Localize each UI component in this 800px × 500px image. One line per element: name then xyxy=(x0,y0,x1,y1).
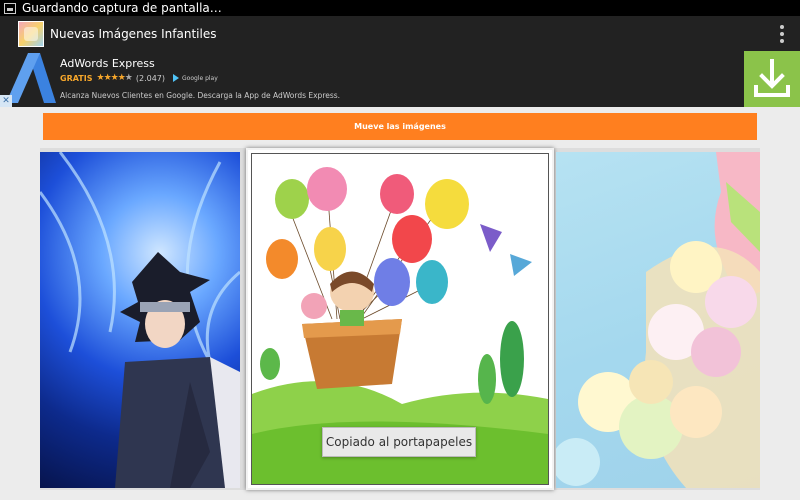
ad-description: Alcanza Nuevos Clientes en Google. Desca… xyxy=(60,91,341,100)
google-play-icon xyxy=(173,74,180,82)
meringues-illustration xyxy=(556,152,760,488)
anime-boy-illustration xyxy=(40,152,240,488)
gallery-image-meringues[interactable] xyxy=(556,152,760,488)
toast-message: Copiado al portapapeles xyxy=(322,427,476,457)
ad-rating-stars: ★★★★★ xyxy=(96,73,133,83)
move-images-button[interactable]: Mueve las imágenes xyxy=(43,113,757,140)
screenshot-icon xyxy=(4,2,16,14)
app-title: Nuevas Imágenes Infantiles xyxy=(50,26,217,41)
google-play-badge: Google play xyxy=(173,74,218,82)
action-bar: Nuevas Imágenes Infantiles xyxy=(0,16,800,51)
ad-title[interactable]: AdWords Express xyxy=(60,57,155,70)
gallery-image-anime-boy[interactable] xyxy=(40,152,240,488)
ad-close-icon[interactable]: ✕ xyxy=(0,95,12,107)
status-text: Guardando captura de pantalla… xyxy=(22,1,222,15)
ad-meta: GRATIS ★★★★★ (2.047) Google play xyxy=(60,73,218,83)
ad-review-count: (2.047) xyxy=(135,73,166,83)
ad-banner[interactable]: ✕ AdWords Express GRATIS ★★★★★ (2.047) G… xyxy=(0,51,800,107)
ad-price: GRATIS xyxy=(60,73,93,83)
overflow-menu-icon[interactable] xyxy=(780,25,784,43)
app-icon xyxy=(18,20,44,47)
ad-download-button[interactable] xyxy=(744,51,800,107)
download-icon xyxy=(754,59,790,97)
status-bar: Guardando captura de pantalla… xyxy=(0,0,800,16)
